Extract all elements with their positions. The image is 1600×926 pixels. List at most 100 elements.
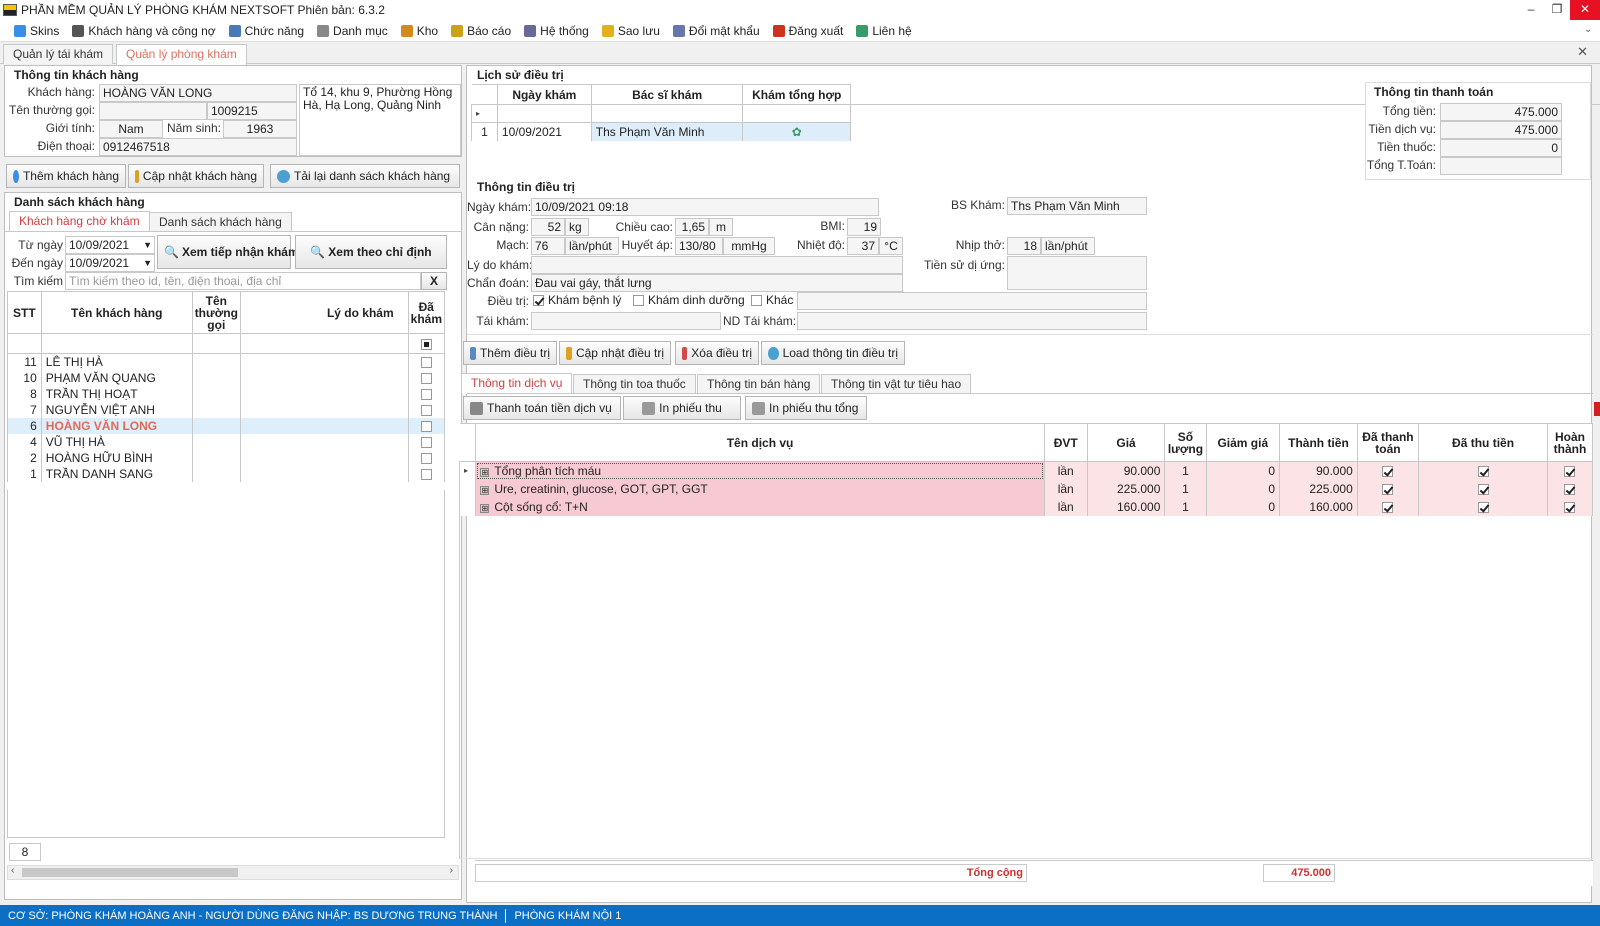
birth-year-field[interactable]: 1963	[223, 120, 297, 138]
chevron-down-icon[interactable]: ▼	[143, 255, 152, 271]
add-treatment-button[interactable]: Thêm điều trị	[463, 341, 557, 365]
treatment-option-2[interactable]: Khám dinh dưỡng	[633, 293, 745, 307]
chevron-down-icon[interactable]: ▼	[143, 237, 152, 253]
menu-item-4[interactable]: Kho	[400, 24, 438, 38]
delete-treatment-button[interactable]: Xóa điều trị	[675, 341, 759, 365]
close-tab-icon[interactable]: ✕	[1577, 44, 1588, 60]
completed-checkbox[interactable]	[1564, 501, 1576, 513]
paid-checkbox[interactable]	[1382, 466, 1394, 478]
menu-item-3[interactable]: Danh mục	[317, 24, 388, 38]
history-row[interactable]: 1 10/09/2021 Ths Phạm Văn Minh ✿	[471, 122, 851, 141]
col-summary[interactable]: Khám tổng hợp	[742, 84, 851, 105]
col-discount[interactable]: Giảm giá	[1205, 423, 1281, 462]
view-received-button[interactable]: 🔍 Xem tiếp nhận khám	[157, 235, 299, 269]
collected-checkbox[interactable]	[1477, 501, 1489, 513]
nutrition-checkbox[interactable]	[633, 294, 644, 306]
weight-field[interactable]: 52	[531, 218, 565, 236]
collected-checkbox[interactable]	[1477, 466, 1489, 478]
done-checkbox[interactable]	[420, 468, 432, 480]
table-row[interactable]: 7 NGUYỄN VIỆT ANH	[7, 401, 446, 418]
restore-icon[interactable]: ❐	[1544, 0, 1570, 20]
menu-item-6[interactable]: Hệ thống	[524, 24, 589, 38]
paid-checkbox[interactable]	[1382, 483, 1394, 495]
col-paid[interactable]: Đã thanh toán	[1356, 423, 1420, 462]
menu-overflow-icon[interactable]: ⌄	[1584, 24, 1592, 35]
tab-clinic[interactable]: Quản lý phòng khám	[116, 44, 247, 65]
menu-item-2[interactable]: Chức năng	[228, 24, 304, 38]
done-checkbox[interactable]	[420, 388, 432, 400]
table-row[interactable]: ⊞ Ure, creatinin, glucose, GOT, GPT, GGT l…	[458, 479, 1594, 498]
minimize-icon[interactable]: –	[1518, 0, 1544, 20]
search-input[interactable]: Tìm kiếm theo id, tên, điện thoại, địa c…	[65, 272, 421, 290]
collected-checkbox[interactable]	[1477, 483, 1489, 495]
summary-icon[interactable]: ✿	[742, 122, 851, 141]
done-checkbox[interactable]	[420, 404, 432, 416]
done-checkbox[interactable]	[420, 357, 432, 369]
expand-icon[interactable]: ⊞	[480, 467, 490, 477]
col-price[interactable]: Giá	[1086, 423, 1166, 462]
col-alias[interactable]: Tên thường gọi	[191, 291, 241, 334]
completed-checkbox[interactable]	[1564, 483, 1576, 495]
doctor-field[interactable]: Ths Phạm Văn Minh	[1007, 197, 1147, 215]
customer-code-field[interactable]: 1009215	[207, 102, 297, 120]
expand-icon[interactable]: ⊞	[480, 503, 490, 513]
alias-field[interactable]	[99, 102, 207, 120]
col-service-name[interactable]: Tên dịch vụ	[475, 423, 1045, 462]
horizontal-scrollbar[interactable]: ‹ ›	[7, 865, 459, 880]
filter-done-checkbox[interactable]	[420, 338, 432, 350]
address-field[interactable]: Tổ 14, khu 9, Phường Hồng Hà, Hạ Long, Q…	[299, 84, 461, 156]
from-date-picker[interactable]: 10/09/2021 ▼	[65, 236, 155, 254]
gender-field[interactable]: Nam	[99, 120, 163, 138]
pay-service-button[interactable]: Thanh toán tiền dịch vụ	[463, 396, 621, 420]
allergy-field[interactable]	[1007, 256, 1147, 290]
table-row[interactable]: 10 PHẠM VĂN QUANG	[7, 369, 446, 386]
tab-prescription[interactable]: Thông tin toa thuốc	[573, 374, 696, 394]
done-checkbox[interactable]	[420, 452, 432, 464]
col-qty[interactable]: Số lượng	[1164, 423, 1207, 462]
height-field[interactable]: 1,65	[675, 218, 709, 236]
menu-item-7[interactable]: Sao lưu	[601, 24, 660, 38]
update-treatment-button[interactable]: Cập nhật điều trị	[559, 341, 671, 365]
add-customer-button[interactable]: Thêm khách hàng	[6, 164, 126, 188]
tab-consumables[interactable]: Thông tin vật tư tiêu hao	[821, 374, 972, 394]
visit-date-field[interactable]: 10/09/2021 09:18	[531, 198, 879, 216]
table-row[interactable]: 1 TRẦN DANH SANG	[7, 465, 446, 482]
customer-name-field[interactable]: HOÀNG VĂN LONG	[99, 84, 297, 102]
view-indication-button[interactable]: 🔍 Xem theo chỉ định	[295, 235, 447, 269]
phone-field[interactable]: 0912467518	[99, 138, 297, 156]
other-treatment-field[interactable]	[797, 292, 1147, 310]
table-row[interactable]: 6 HOÀNG VĂN LONG	[7, 417, 446, 434]
done-checkbox[interactable]	[420, 420, 432, 432]
to-date-picker[interactable]: 10/09/2021 ▼	[65, 254, 155, 272]
table-row[interactable]: ▸ ⊞ Tổng phân tích máu lần 90.000 1 0 90.000	[458, 461, 1594, 480]
clear-search-button[interactable]: X	[421, 272, 447, 290]
print-receipt-button[interactable]: In phiếu thu	[623, 396, 741, 420]
table-row[interactable]: 11 LÊ THỊ HÀ	[7, 353, 446, 370]
reason-field[interactable]	[531, 256, 903, 274]
pulse-field[interactable]: 76	[531, 237, 565, 255]
scroll-right-icon[interactable]: ›	[450, 865, 453, 876]
col-name[interactable]: Tên khách hàng	[40, 291, 193, 334]
treatment-option-1[interactable]: Khám bệnh lý	[533, 293, 621, 307]
col-unit[interactable]: ĐVT	[1043, 423, 1088, 462]
close-icon[interactable]: ✕	[1570, 0, 1600, 20]
revisit-note-field[interactable]	[797, 312, 1147, 330]
menu-item-8[interactable]: Đổi mật khẩu	[672, 24, 760, 38]
table-row[interactable]: 4 VŨ THỊ HÀ	[7, 433, 446, 450]
col-amount[interactable]: Thành tiền	[1279, 423, 1358, 462]
revisit-field[interactable]	[531, 312, 721, 330]
tab-all-customers[interactable]: Danh sách khách hàng	[149, 212, 292, 232]
breath-field[interactable]: 18	[1007, 237, 1041, 255]
update-customer-button[interactable]: Cập nhật khách hàng	[128, 164, 264, 188]
paid-checkbox[interactable]	[1382, 501, 1394, 513]
diagnosis-field[interactable]: Đau vai gáy, thắt lưng	[531, 274, 903, 292]
scroll-left-icon[interactable]: ‹	[11, 865, 14, 876]
tab-sales[interactable]: Thông tin bán hàng	[697, 374, 821, 394]
treatment-option-3[interactable]: Khác	[751, 293, 793, 307]
reload-customers-button[interactable]: Tải lại danh sách khách hàng	[270, 164, 460, 188]
tab-waiting[interactable]: Khách hàng chờ khám	[9, 211, 150, 232]
menu-item-1[interactable]: Khách hàng và công nợ	[72, 24, 216, 38]
menu-item-9[interactable]: Đăng xuất	[772, 24, 843, 38]
menu-item-0[interactable]: Skins	[14, 24, 59, 38]
tab-services[interactable]: Thông tin dịch vụ	[461, 373, 573, 394]
